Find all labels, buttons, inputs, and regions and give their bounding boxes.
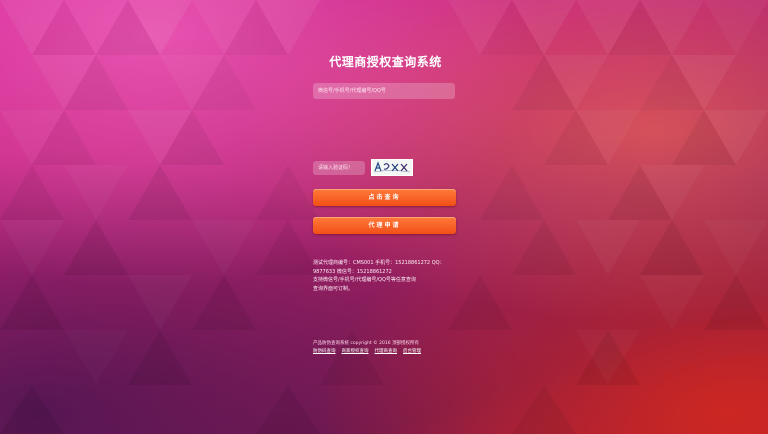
- query-button[interactable]: 点击查询: [313, 189, 456, 206]
- test-info-line: 支持微信号/手机号/代理编号/QQ号等任意查询: [313, 277, 416, 283]
- id-search-input[interactable]: 微信号/手机号/代理编号/QQ号: [313, 83, 455, 99]
- test-info-line: 查询界面可订制。: [313, 285, 354, 292]
- footer-link-merchant-auth[interactable]: 商家授权查询: [342, 349, 369, 354]
- footer-link-anti-counterfeit[interactable]: 防伪码查询: [313, 349, 336, 354]
- test-info-line: 9877633 微信号：15218861272: [313, 268, 392, 275]
- test-info-line: 测试代理商编号：CMS001 手机号：15218861272 QQ：: [313, 260, 445, 266]
- page-title: 代理商授权查询系统: [329, 55, 442, 69]
- agent-apply-button[interactable]: 代理申请: [313, 217, 456, 234]
- footer-links: 防伪码查询 商家授权查询 代理商查询 后台管理: [313, 348, 473, 356]
- copyright-text: 产品防伪查询系统 copyright © 2016 顶部授权所有: [313, 341, 419, 346]
- test-info-block: 测试代理商编号：CMS001 手机号：15218861272 QQ： 98776…: [313, 259, 465, 293]
- captcha-glyphs: [373, 161, 411, 173]
- footer: 产品防伪查询系统 copyright © 2016 顶部授权所有 防伪码查询 商家…: [313, 340, 473, 356]
- footer-link-admin[interactable]: 后台管理: [403, 349, 421, 354]
- footer-link-agent-query[interactable]: 代理商查询: [375, 349, 398, 354]
- captcha-image[interactable]: [371, 159, 413, 176]
- captcha-input[interactable]: 请输入验证码！: [313, 161, 365, 175]
